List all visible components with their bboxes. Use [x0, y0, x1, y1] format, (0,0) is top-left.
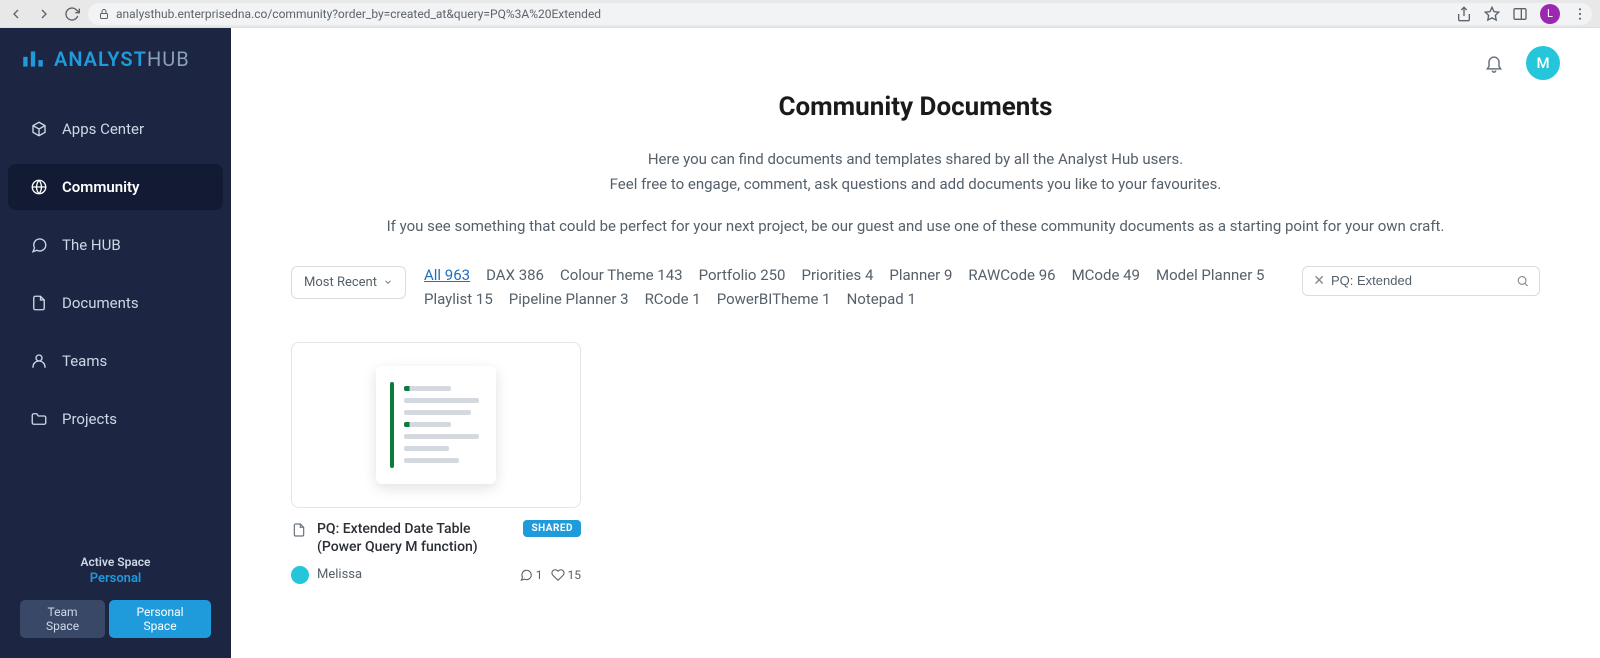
logo[interactable]: ANALYSTHUB: [0, 46, 231, 100]
logo-icon: [20, 46, 46, 72]
filter-tag[interactable]: Model Planner 5: [1156, 266, 1264, 284]
page-intro: Here you can find documents and template…: [291, 148, 1540, 238]
filter-tag[interactable]: Notepad 1: [847, 290, 916, 308]
filter-tag[interactable]: Priorities 4: [802, 266, 874, 284]
page-title: Community Documents: [291, 92, 1540, 122]
intro-line-1: Here you can find documents and template…: [291, 148, 1540, 171]
document-icon: [30, 294, 48, 312]
teams-icon: [30, 352, 48, 370]
author-avatar: [291, 566, 309, 584]
card-thumbnail: [291, 342, 581, 508]
browser-url-bar[interactable]: analysthub.enterprisedna.co/community?or…: [88, 3, 1592, 25]
filter-tag[interactable]: MCode 49: [1072, 266, 1140, 284]
filter-tag[interactable]: Planner 9: [889, 266, 952, 284]
main-area: M Community Documents Here you can find …: [231, 28, 1600, 658]
filter-tag[interactable]: RCode 1: [645, 290, 701, 308]
comment-count[interactable]: 1: [519, 568, 543, 582]
active-space-value: Personal: [20, 571, 211, 586]
sidebar-item-label: Projects: [62, 410, 117, 428]
kebab-icon[interactable]: [1572, 6, 1588, 22]
tab-personal-space[interactable]: Personal Space: [109, 600, 211, 638]
intro-line-3: If you see something that could be perfe…: [291, 215, 1540, 238]
sidebar-item-label: The HUB: [62, 236, 121, 254]
apps-icon: [30, 120, 48, 138]
sidebar-item-label: Teams: [62, 352, 107, 370]
sidebar-item-label: Community: [62, 178, 140, 196]
chevron-down-icon: [383, 277, 393, 287]
browser-profile-avatar[interactable]: L: [1540, 4, 1560, 24]
search-input[interactable]: [1331, 273, 1510, 288]
globe-icon: [30, 178, 48, 196]
browser-chrome: analysthub.enterprisedna.co/community?or…: [0, 0, 1600, 28]
logo-text: ANALYSTHUB: [54, 47, 190, 71]
comment-icon: [519, 568, 533, 582]
folder-icon: [30, 410, 48, 428]
heart-icon: [551, 568, 565, 582]
filter-tag[interactable]: RAWCode 96: [968, 266, 1055, 284]
sidebar-item-community[interactable]: Community: [8, 164, 223, 210]
search-box[interactable]: ✕: [1302, 266, 1540, 296]
filter-tags: All 963 DAX 386 Colour Theme 143 Portfol…: [424, 266, 1284, 308]
active-space-label: Active Space: [20, 555, 211, 569]
browser-reload[interactable]: [64, 6, 80, 22]
search-icon[interactable]: [1516, 273, 1529, 289]
filter-tag[interactable]: Playlist 15: [424, 290, 493, 308]
sidebar-item-label: Apps Center: [62, 120, 144, 138]
filter-tag[interactable]: Portfolio 250: [699, 266, 786, 284]
browser-forward[interactable]: [36, 6, 52, 22]
star-icon[interactable]: [1484, 6, 1500, 22]
card-title: PQ: Extended Date Table (Power Query M f…: [317, 520, 513, 556]
author-name: Melissa: [317, 567, 511, 582]
filter-tag[interactable]: All 963: [424, 266, 470, 284]
sort-label: Most Recent: [304, 275, 377, 290]
sidebar-item-teams[interactable]: Teams: [8, 338, 223, 384]
filter-tag[interactable]: Pipeline Planner 3: [509, 290, 629, 308]
sidebar-item-label: Documents: [62, 294, 139, 312]
intro-line-2: Feel free to engage, comment, ask questi…: [291, 173, 1540, 196]
panel-icon[interactable]: [1512, 6, 1528, 22]
browser-back[interactable]: [8, 6, 24, 22]
sidebar: ANALYSTHUB Apps Center Community The HUB…: [0, 28, 231, 658]
tab-team-space[interactable]: Team Space: [20, 600, 105, 638]
user-avatar[interactable]: M: [1526, 46, 1560, 80]
filter-tag[interactable]: PowerBITheme 1: [717, 290, 831, 308]
filter-tag[interactable]: Colour Theme 143: [560, 266, 683, 284]
lock-icon: [98, 8, 110, 20]
document-card[interactable]: PQ: Extended Date Table (Power Query M f…: [291, 342, 581, 584]
sidebar-item-projects[interactable]: Projects: [8, 396, 223, 442]
file-icon: [291, 522, 307, 538]
shared-badge: SHARED: [523, 520, 581, 537]
filter-tag[interactable]: DAX 386: [486, 266, 544, 284]
notifications-icon[interactable]: [1484, 53, 1504, 73]
sidebar-item-documents[interactable]: Documents: [8, 280, 223, 326]
chat-icon: [30, 236, 48, 254]
sort-dropdown[interactable]: Most Recent: [291, 266, 406, 299]
sidebar-item-the-hub[interactable]: The HUB: [8, 222, 223, 268]
like-count[interactable]: 15: [551, 568, 582, 582]
browser-url-text: analysthub.enterprisedna.co/community?or…: [116, 7, 601, 21]
sidebar-item-apps-center[interactable]: Apps Center: [8, 106, 223, 152]
share-icon[interactable]: [1456, 6, 1472, 22]
clear-search-icon[interactable]: ✕: [1313, 273, 1325, 289]
